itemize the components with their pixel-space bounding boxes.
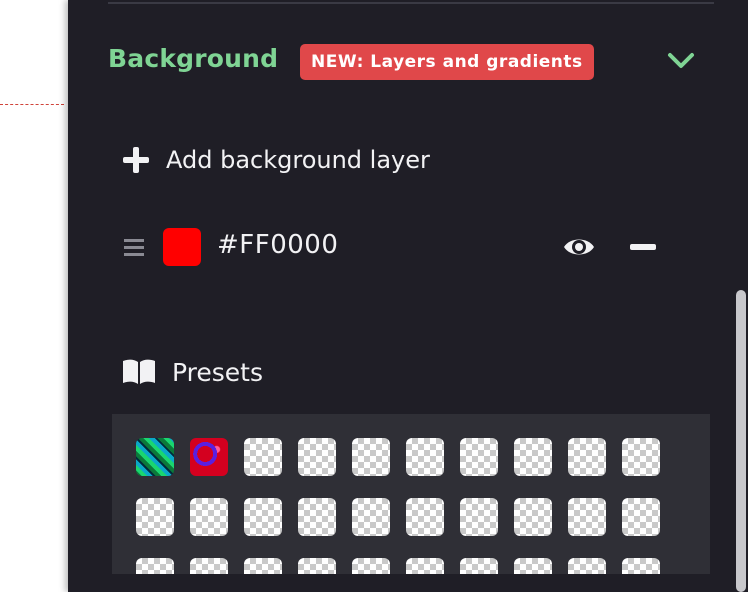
preset-swatch[interactable] — [136, 438, 174, 476]
preset-swatch[interactable] — [298, 558, 336, 574]
preset-swatch[interactable] — [514, 498, 552, 536]
minus-icon[interactable] — [626, 232, 660, 262]
preset-swatch[interactable] — [622, 438, 660, 476]
chevron-down-icon[interactable] — [664, 46, 698, 76]
preset-swatch[interactable] — [136, 498, 174, 536]
add-background-layer-button[interactable]: Add background layer — [122, 142, 430, 178]
preset-swatch[interactable] — [568, 498, 606, 536]
properties-panel: Background NEW: Layers and gradients Add… — [68, 0, 748, 592]
preset-swatch[interactable] — [244, 498, 282, 536]
scrollbar-thumb[interactable] — [736, 290, 746, 592]
guide-line — [0, 104, 64, 105]
preset-swatch[interactable] — [298, 498, 336, 536]
preset-swatch[interactable] — [352, 438, 390, 476]
preset-swatch[interactable] — [352, 498, 390, 536]
drag-handle-icon[interactable] — [122, 236, 146, 258]
preset-swatch[interactable] — [352, 558, 390, 574]
presets-label: Presets — [172, 357, 263, 387]
preset-swatch[interactable] — [298, 438, 336, 476]
eye-icon[interactable] — [562, 232, 596, 262]
add-layer-label: Add background layer — [166, 146, 430, 174]
preset-swatch[interactable] — [514, 438, 552, 476]
preset-swatch[interactable] — [190, 558, 228, 574]
preset-swatch[interactable] — [568, 438, 606, 476]
preset-swatch[interactable] — [406, 558, 444, 574]
preset-swatch[interactable] — [406, 498, 444, 536]
color-swatch[interactable] — [163, 228, 201, 266]
book-icon — [122, 358, 156, 386]
preset-swatch[interactable] — [622, 498, 660, 536]
preset-swatch[interactable] — [190, 438, 228, 476]
preset-swatch[interactable] — [136, 558, 174, 574]
preset-swatch[interactable] — [514, 558, 552, 574]
new-feature-badge: NEW: Layers and gradients — [300, 44, 594, 80]
preset-grid — [136, 438, 676, 574]
plus-icon — [122, 146, 150, 174]
presets-box — [112, 414, 710, 574]
preset-swatch[interactable] — [622, 558, 660, 574]
canvas-area — [0, 0, 68, 592]
presets-header: Presets — [122, 354, 263, 390]
color-hex-value[interactable]: #FF0000 — [217, 230, 338, 260]
background-layer-row: #FF0000 — [122, 226, 662, 270]
preset-swatch[interactable] — [568, 558, 606, 574]
section-title[interactable]: Background — [108, 44, 278, 73]
preset-swatch[interactable] — [460, 498, 498, 536]
preset-swatch[interactable] — [190, 498, 228, 536]
preset-swatch[interactable] — [244, 558, 282, 574]
preset-swatch[interactable] — [406, 438, 444, 476]
preset-swatch[interactable] — [460, 438, 498, 476]
section-divider — [108, 2, 714, 4]
preset-swatch[interactable] — [460, 558, 498, 574]
preset-swatch[interactable] — [244, 438, 282, 476]
